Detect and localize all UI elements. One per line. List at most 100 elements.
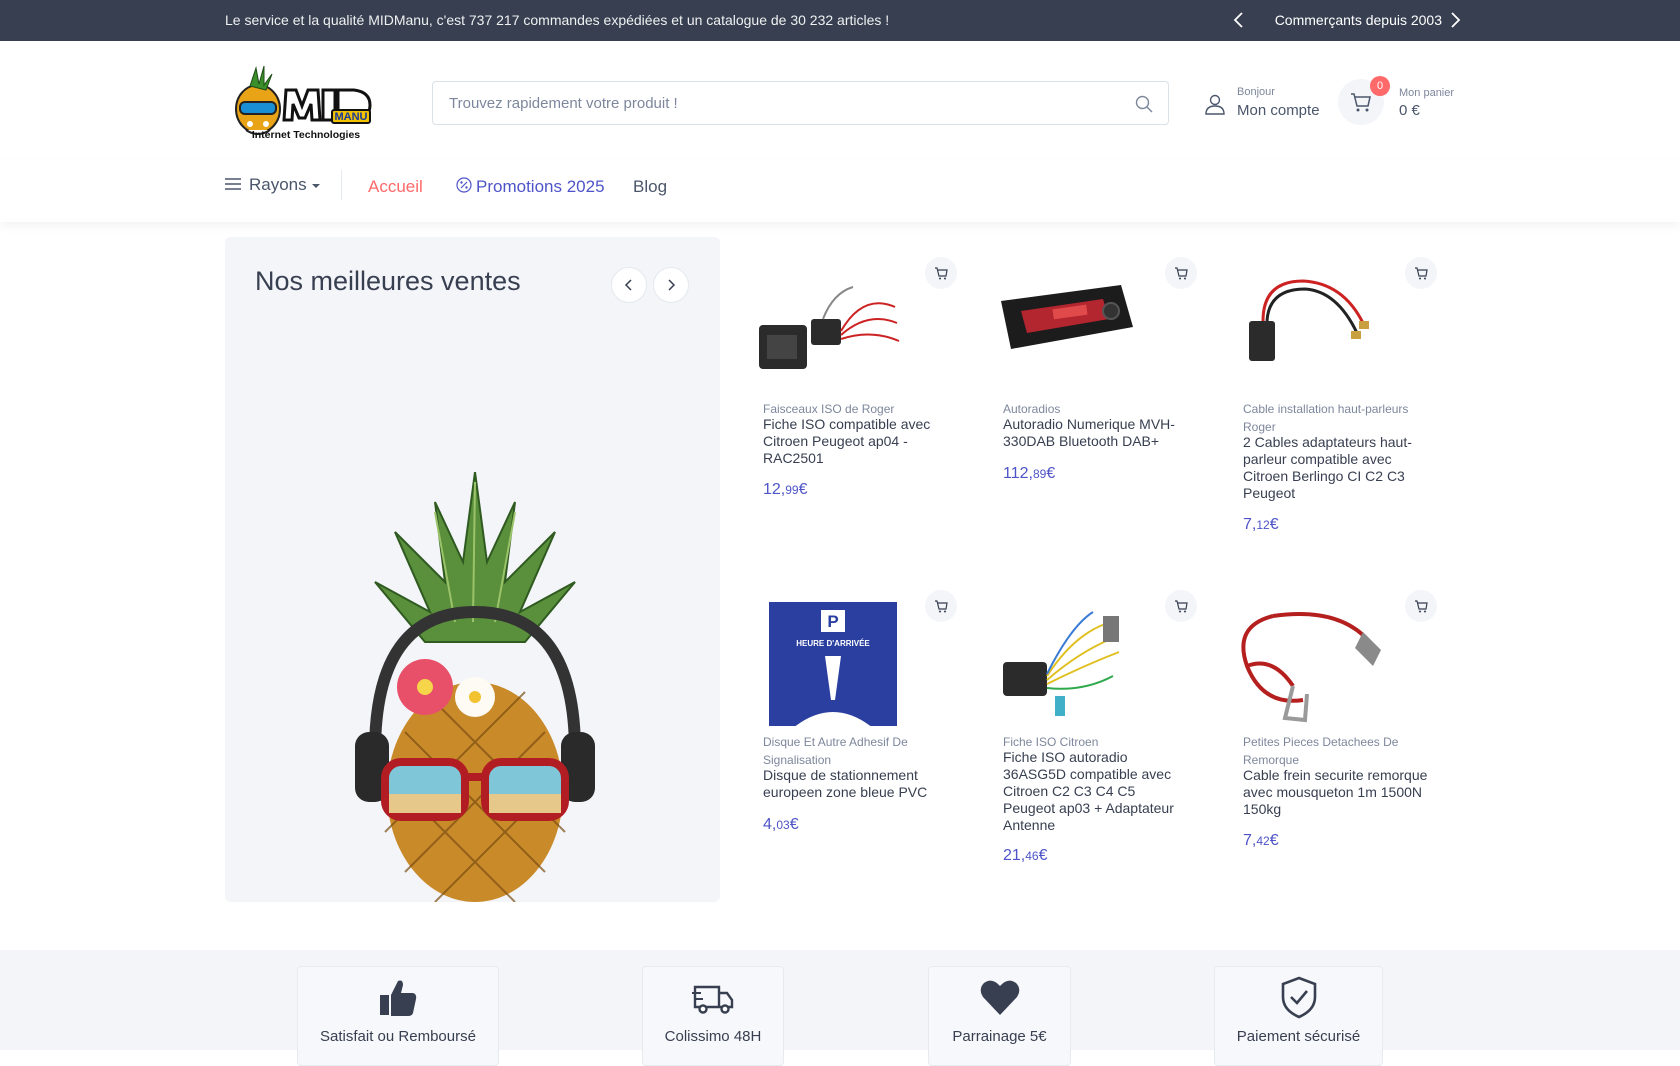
percent-badge-icon bbox=[456, 177, 472, 193]
add-to-cart-button[interactable] bbox=[925, 590, 957, 622]
cart-total: 0 € bbox=[1399, 102, 1420, 119]
price-integer: 12, bbox=[763, 481, 786, 498]
rayons-menu[interactable]: Rayons bbox=[225, 175, 320, 196]
add-to-cart-button[interactable] bbox=[1405, 257, 1437, 289]
disc-letter: P bbox=[827, 612, 838, 631]
chevron-right-icon[interactable] bbox=[1445, 9, 1465, 31]
feature-referral: Parrainage 5€ bbox=[928, 966, 1071, 1066]
price-currency: € bbox=[1269, 516, 1279, 533]
price-currency: € bbox=[1038, 847, 1048, 864]
cart-icon bbox=[935, 600, 948, 613]
product-card[interactable]: Autoradios Autoradio Numerique MVH-330DA… bbox=[985, 243, 1220, 563]
product-card[interactable]: P HEURE D'ARRIVÉE Disque Et Autre Adhesi… bbox=[745, 576, 980, 896]
user-icon bbox=[1203, 92, 1227, 116]
chevron-left-icon[interactable] bbox=[1229, 9, 1249, 31]
cart-icon bbox=[1175, 267, 1188, 280]
carousel-prev-button[interactable] bbox=[611, 267, 647, 303]
price-currency: € bbox=[1269, 832, 1279, 849]
thumbs-up-icon bbox=[376, 975, 420, 1019]
delivery-truck-icon bbox=[691, 975, 735, 1019]
account-greeting: Bonjour bbox=[1237, 86, 1275, 98]
product-price: 112,89€ bbox=[1003, 465, 1055, 483]
feature-secure-payment: Paiement sécurisé bbox=[1214, 966, 1383, 1066]
feature-label: Parrainage 5€ bbox=[952, 1028, 1047, 1045]
account-label: Mon compte bbox=[1237, 102, 1320, 119]
product-card[interactable]: Cable installation haut-parleurs Roger 2… bbox=[1225, 243, 1460, 563]
price-currency: € bbox=[789, 816, 799, 833]
product-category[interactable]: Petites Pieces Detachees De Remorque bbox=[1243, 733, 1428, 769]
chevron-right-icon bbox=[668, 279, 676, 291]
feature-delivery: Colissimo 48H bbox=[642, 966, 784, 1066]
carousel-next-button[interactable] bbox=[653, 267, 689, 303]
parking-disc-image[interactable]: P HEURE D'ARRIVÉE bbox=[753, 596, 903, 728]
add-to-cart-button[interactable] bbox=[1405, 590, 1437, 622]
feature-label: Paiement sécurisé bbox=[1236, 1028, 1361, 1045]
disc-text: HEURE D'ARRIVÉE bbox=[796, 639, 870, 648]
cart-icon bbox=[1351, 93, 1371, 112]
cart-link[interactable]: 0 Mon panier 0 € bbox=[1338, 76, 1478, 128]
features-strip: Satisfait ou Remboursé Colissimo 48H Par… bbox=[0, 950, 1680, 1066]
price-integer: 4, bbox=[763, 816, 777, 833]
price-integer: 112, bbox=[1003, 465, 1033, 482]
car-radio-image[interactable] bbox=[993, 263, 1143, 393]
product-category[interactable]: Disque Et Autre Adhesif De Signalisation bbox=[763, 733, 948, 769]
product-card[interactable]: Petites Pieces Detachees De Remorque Cab… bbox=[1225, 576, 1460, 896]
svg-text:MANU: MANU bbox=[335, 111, 368, 123]
product-card[interactable]: Fiche ISO Citroen Fiche ISO autoradio 36… bbox=[985, 576, 1220, 896]
cart-count-badge: 0 bbox=[1370, 76, 1390, 96]
product-price: 4,03€ bbox=[763, 816, 799, 834]
product-price: 12,99€ bbox=[763, 481, 808, 499]
feature-label: Colissimo 48H bbox=[664, 1028, 762, 1045]
price-currency: € bbox=[798, 481, 808, 498]
product-name[interactable]: Disque de stationnement europeen zone bl… bbox=[763, 767, 948, 801]
bestsellers-title: Nos meilleures ventes bbox=[255, 266, 521, 296]
price-cents: 03 bbox=[776, 818, 790, 832]
feature-satisfaction: Satisfait ou Remboursé bbox=[297, 966, 499, 1066]
product-name[interactable]: Autoradio Numerique MVH-330DAB Bluetooth… bbox=[1003, 416, 1188, 450]
product-name[interactable]: Cable frein securite remorque avec mousq… bbox=[1243, 767, 1428, 818]
iso-antenna-adapter-image[interactable] bbox=[993, 596, 1143, 726]
bestsellers-panel: Nos meilleures ventes bbox=[225, 237, 720, 902]
heart-icon bbox=[978, 975, 1022, 1019]
main-navigation: Rayons Accueil Promotions 2025 Blog bbox=[0, 160, 1680, 222]
price-integer: 7, bbox=[1243, 516, 1257, 533]
nav-promotions[interactable]: Promotions 2025 bbox=[456, 177, 605, 197]
search-input[interactable] bbox=[449, 82, 1089, 124]
menu-icon bbox=[225, 176, 241, 196]
iso-harness-image[interactable] bbox=[753, 263, 903, 393]
price-cents: 89 bbox=[1032, 467, 1047, 481]
cart-icon bbox=[935, 267, 948, 280]
add-to-cart-button[interactable] bbox=[1165, 590, 1197, 622]
product-name[interactable]: Fiche ISO autoradio 36ASG5D compatible a… bbox=[1003, 749, 1188, 834]
brake-cable-image[interactable] bbox=[1233, 596, 1383, 726]
feature-label: Satisfait ou Remboursé bbox=[320, 1028, 476, 1045]
cart-icon bbox=[1415, 267, 1428, 280]
product-price: 7,42€ bbox=[1243, 832, 1279, 850]
product-card[interactable]: Faisceaux ISO de Roger Fiche ISO compati… bbox=[745, 243, 980, 563]
since-text: Commerçants depuis 2003 bbox=[1274, 12, 1442, 28]
product-name[interactable]: 2 Cables adaptateurs haut-parleur compat… bbox=[1243, 434, 1428, 502]
cart-label: Mon panier bbox=[1399, 87, 1455, 99]
search-icon[interactable] bbox=[1134, 94, 1154, 114]
product-category[interactable]: Cable installation haut-parleurs Roger bbox=[1243, 400, 1428, 436]
announcement-text: Le service et la qualité MIDManu, c'est … bbox=[225, 12, 890, 28]
add-to-cart-button[interactable] bbox=[925, 257, 957, 289]
price-cents: 12 bbox=[1256, 518, 1270, 532]
product-price: 21,46€ bbox=[1003, 847, 1048, 865]
nav-blog[interactable]: Blog bbox=[633, 177, 667, 197]
shield-check-icon bbox=[1277, 975, 1321, 1019]
caret-down-icon bbox=[311, 183, 320, 188]
nav-accueil[interactable]: Accueil bbox=[368, 177, 423, 197]
pineapple-mascot-image bbox=[335, 471, 615, 902]
speaker-cable-image[interactable] bbox=[1233, 263, 1383, 393]
site-logo[interactable]: MANU Internet Technologies bbox=[228, 62, 390, 144]
price-integer: 21, bbox=[1003, 847, 1026, 864]
product-name[interactable]: Fiche ISO compatible avec Citroen Peugeo… bbox=[763, 416, 948, 467]
price-integer: 7, bbox=[1243, 832, 1257, 849]
chevron-left-icon bbox=[624, 279, 632, 291]
top-announcement-bar: Le service et la qualité MIDManu, c'est … bbox=[0, 0, 1680, 41]
cart-icon bbox=[1175, 600, 1188, 613]
svg-text:Internet Technologies: Internet Technologies bbox=[252, 129, 360, 141]
add-to-cart-button[interactable] bbox=[1165, 257, 1197, 289]
account-link[interactable]: Bonjour Mon compte bbox=[1203, 84, 1323, 124]
